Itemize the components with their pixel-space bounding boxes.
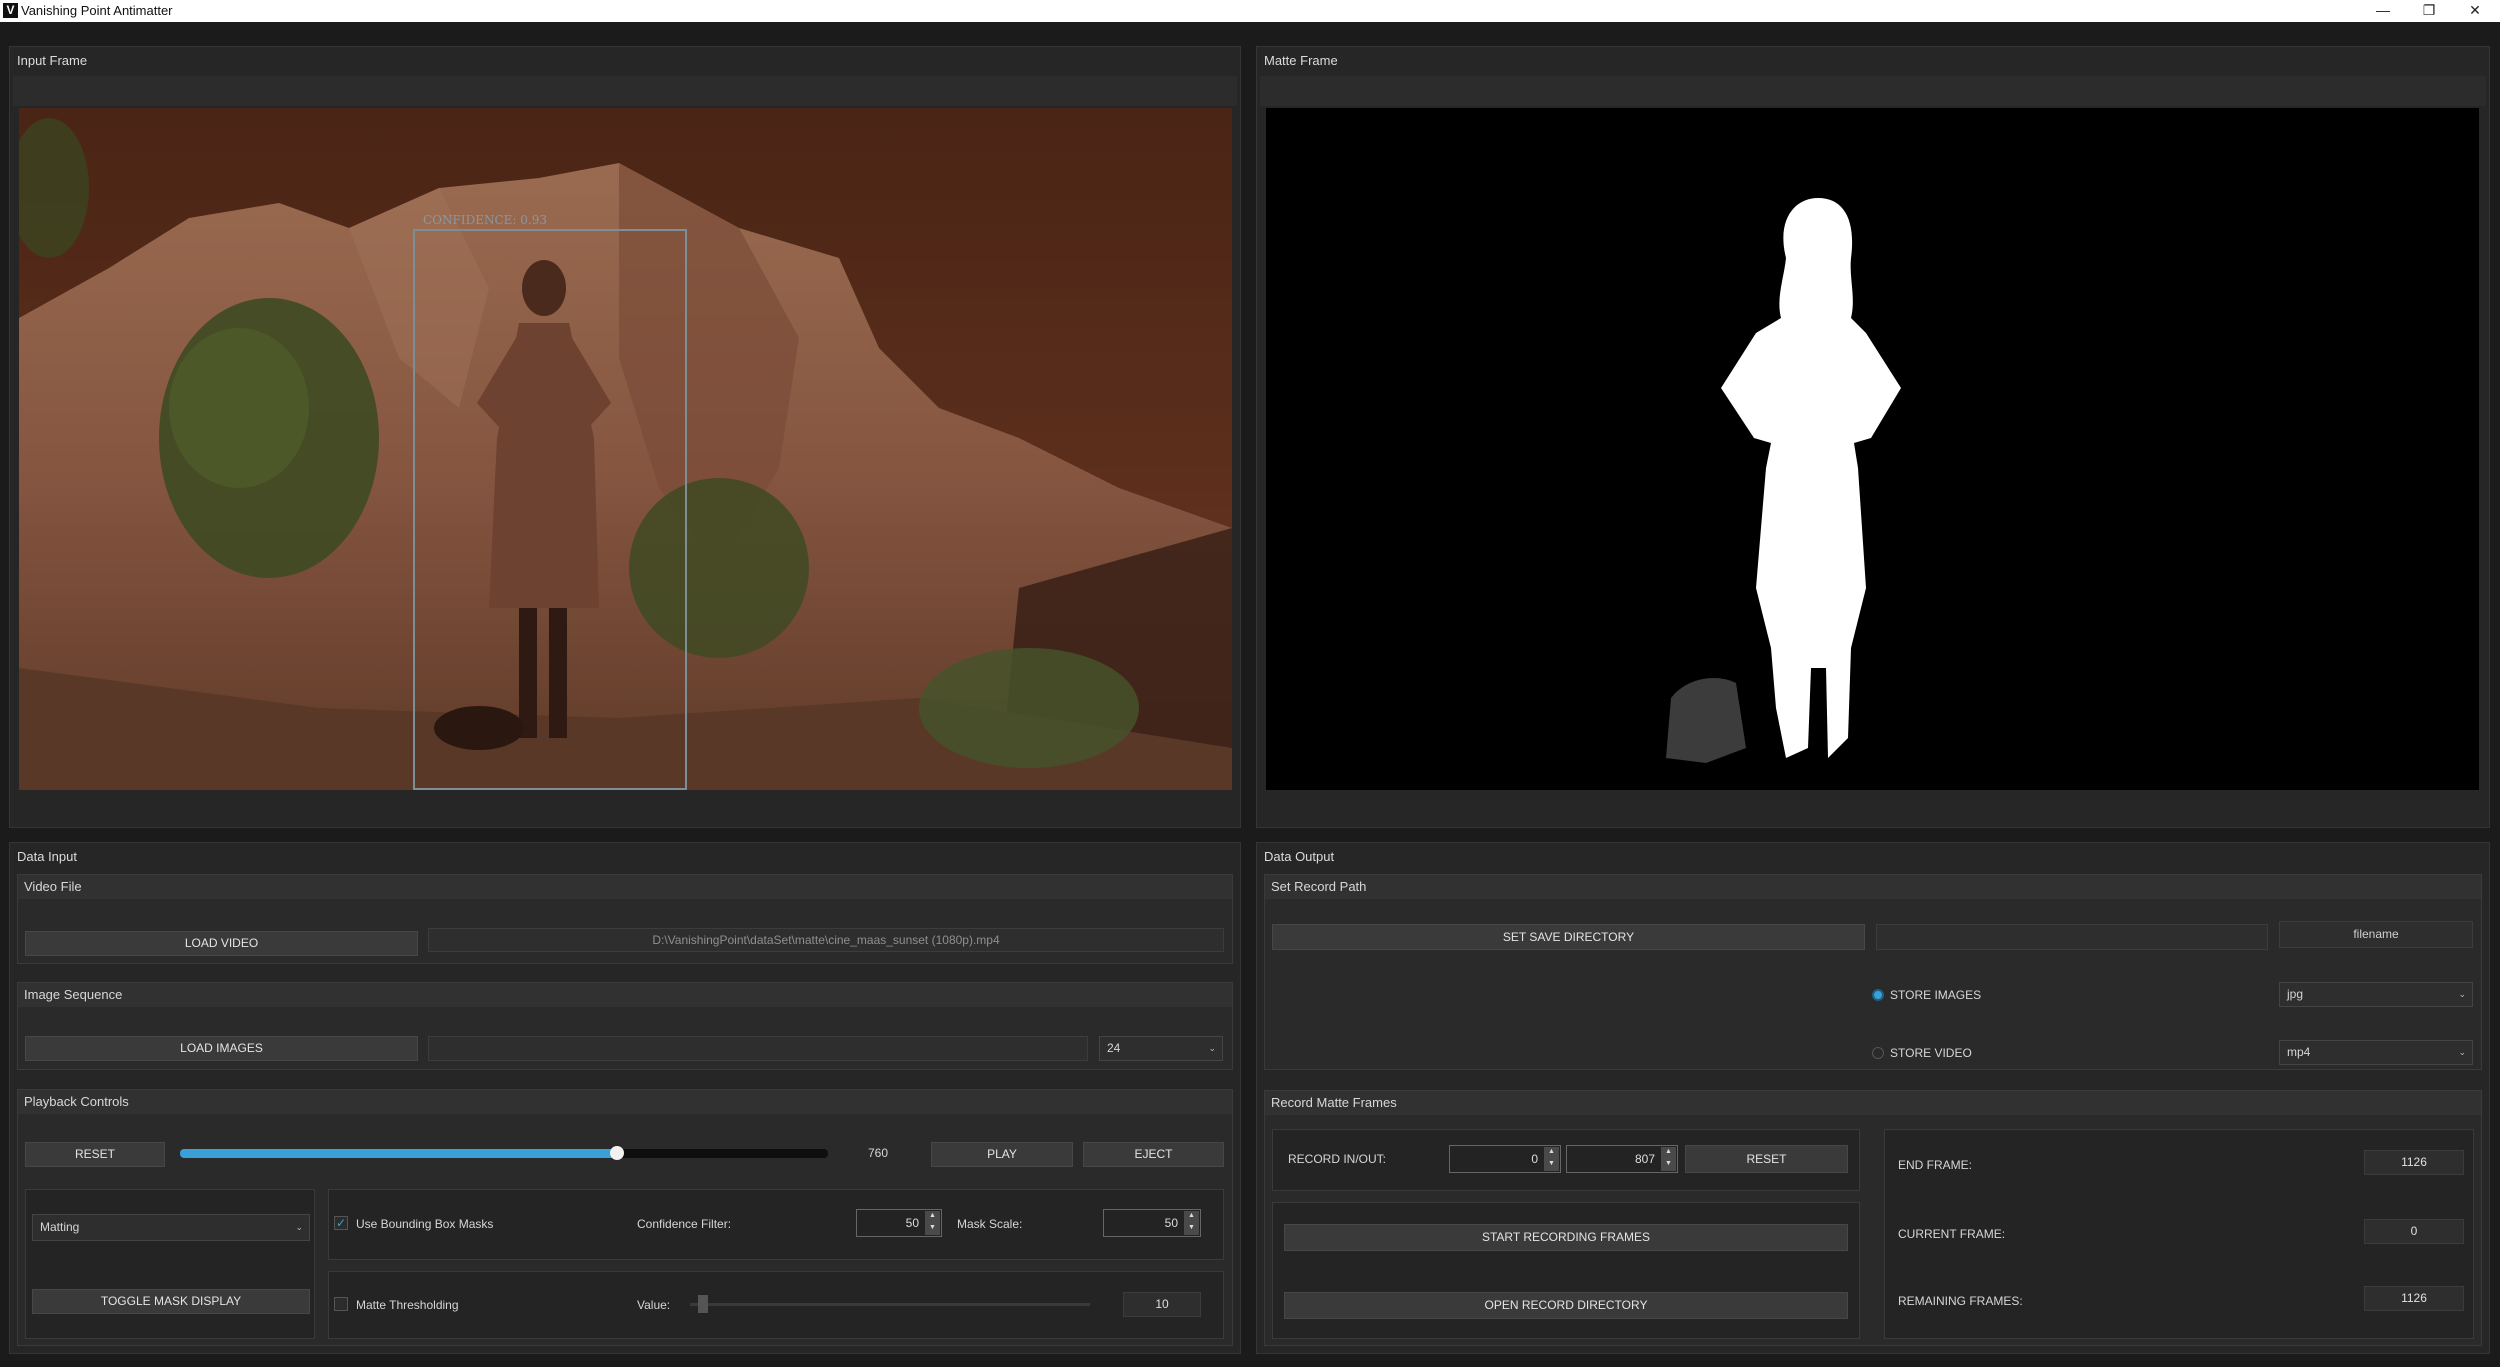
image-format-dropdown[interactable]: jpg ⌄	[2279, 982, 2473, 1007]
checkmark-icon: ✓	[335, 1216, 347, 1230]
spin-down-icon[interactable]: ▼	[1661, 1158, 1676, 1171]
threshold-slider[interactable]	[690, 1295, 1090, 1313]
image-sequence-header: Image Sequence	[18, 983, 1232, 1007]
title-bar: V Vanishing Point Antimatter — ❐ ✕	[0, 0, 2500, 22]
video-format-dropdown[interactable]: mp4 ⌄	[2279, 1040, 2473, 1065]
start-recording-button[interactable]: START RECORDING FRAMES	[1284, 1224, 1848, 1251]
spin-down-icon[interactable]: ▼	[1544, 1158, 1559, 1171]
record-path-header: Set Record Path	[1265, 875, 2481, 899]
fps-dropdown[interactable]: 24 ⌄	[1099, 1036, 1223, 1061]
matte-silhouette-illustration	[1266, 108, 2479, 790]
eject-button[interactable]: EJECT	[1083, 1142, 1224, 1167]
record-inout-label: RECORD IN/OUT:	[1288, 1152, 1387, 1166]
threshold-value-label: Value:	[637, 1298, 671, 1312]
image-format-value: jpg	[2287, 987, 2304, 1001]
threshold-value-field[interactable]: 10	[1123, 1292, 1201, 1317]
bbox-mask-checkbox[interactable]: ✓	[334, 1216, 348, 1230]
mask-scale-label: Mask Scale:	[957, 1217, 1023, 1231]
matte-frame-toolbar	[1260, 76, 2486, 106]
data-input-title: Data Input	[17, 849, 77, 864]
load-images-button[interactable]: LOAD IMAGES	[25, 1036, 418, 1061]
chevron-down-icon: ⌄	[295, 1222, 303, 1232]
matte-video-frame	[1266, 108, 2479, 790]
store-video-label: STORE VIDEO	[1890, 1046, 1972, 1060]
restore-button[interactable]: ❐	[2406, 0, 2452, 22]
record-in-spinbox[interactable]: 0 ▲ ▼	[1449, 1145, 1561, 1173]
confidence-filter-value: 50	[905, 1216, 919, 1230]
matte-thresholding-label: Matte Thresholding	[356, 1298, 459, 1312]
bbox-mask-label: Use Bounding Box Masks	[356, 1217, 494, 1231]
end-frame-value: 1126	[2364, 1150, 2464, 1175]
set-save-directory-button[interactable]: SET SAVE DIRECTORY	[1272, 924, 1865, 950]
close-button[interactable]: ✕	[2452, 0, 2498, 22]
video-path-field[interactable]: D:\VanishingPoint\dataSet\matte\cine_maa…	[428, 928, 1224, 952]
remaining-frames-value: 1126	[2364, 1286, 2464, 1311]
record-out-spinbox[interactable]: 807 ▲ ▼	[1566, 1145, 1678, 1173]
input-frame-toolbar	[13, 76, 1237, 106]
play-button[interactable]: PLAY	[931, 1142, 1073, 1167]
data-output-title: Data Output	[1264, 849, 1335, 864]
mode-dropdown-value: Matting	[40, 1220, 80, 1234]
matte-thresholding-checkbox[interactable]	[334, 1297, 348, 1311]
record-out-value: 807	[1634, 1152, 1655, 1166]
fps-dropdown-value: 24	[1107, 1041, 1121, 1055]
record-in-value: 0	[1531, 1152, 1538, 1166]
playback-reset-button[interactable]: RESET	[25, 1142, 165, 1167]
matte-frame-title: Matte Frame	[1264, 53, 1338, 68]
store-images-radio[interactable]	[1872, 989, 1884, 1001]
remaining-frames-label: REMAINING FRAMES:	[1898, 1294, 2023, 1308]
playback-slider-handle[interactable]	[610, 1146, 625, 1160]
video-format-value: mp4	[2287, 1045, 2311, 1059]
save-directory-field[interactable]	[1876, 924, 2268, 950]
minimize-button[interactable]: —	[2360, 0, 2406, 22]
toggle-mask-display-button[interactable]: TOGGLE MASK DISPLAY	[32, 1289, 310, 1314]
input-frame-title: Input Frame	[17, 53, 88, 68]
image-sequence-path-field[interactable]	[428, 1036, 1088, 1061]
playback-slider[interactable]	[180, 1146, 828, 1160]
window-title: Vanishing Point Antimatter	[21, 3, 173, 18]
confidence-filter-spinbox[interactable]: 50 ▲ ▼	[856, 1209, 942, 1237]
filename-field[interactable]: filename	[2279, 921, 2473, 948]
mask-mode-group	[25, 1189, 315, 1339]
playback-slider-fill	[180, 1149, 618, 1158]
load-video-button[interactable]: LOAD VIDEO	[25, 931, 418, 956]
current-frame-value: 0	[2364, 1219, 2464, 1244]
spin-down-icon[interactable]: ▼	[1184, 1222, 1199, 1235]
mask-scale-value: 50	[1164, 1216, 1178, 1230]
store-video-radio[interactable]	[1872, 1047, 1884, 1059]
input-video-frame: CONFIDENCE: 0.93	[19, 108, 1232, 790]
open-record-directory-button[interactable]: OPEN RECORD DIRECTORY	[1284, 1292, 1848, 1319]
store-images-label: STORE IMAGES	[1890, 988, 1982, 1002]
video-file-header: Video File	[18, 875, 1232, 899]
end-frame-label: END FRAME:	[1898, 1158, 1973, 1172]
spin-down-icon[interactable]: ▼	[925, 1222, 940, 1235]
mask-scale-spinbox[interactable]: 50 ▲ ▼	[1103, 1209, 1201, 1237]
playback-controls-header: Playback Controls	[18, 1090, 1232, 1114]
detection-bounding-box	[413, 229, 687, 790]
current-frame-readout: 760	[868, 1146, 889, 1160]
chevron-down-icon: ⌄	[2458, 989, 2466, 999]
record-reset-button[interactable]: RESET	[1685, 1145, 1848, 1173]
threshold-slider-handle[interactable]	[698, 1295, 708, 1313]
detection-confidence-label: CONFIDENCE: 0.93	[423, 213, 547, 227]
chevron-down-icon: ⌄	[2458, 1047, 2466, 1057]
chevron-down-icon: ⌄	[1208, 1043, 1216, 1053]
current-frame-label: CURRENT FRAME:	[1898, 1227, 2006, 1241]
record-matte-header: Record Matte Frames	[1265, 1091, 2481, 1115]
confidence-filter-label: Confidence Filter:	[637, 1217, 732, 1231]
mode-dropdown[interactable]: Matting ⌄	[32, 1214, 310, 1241]
app-logo-icon: V	[3, 3, 18, 18]
